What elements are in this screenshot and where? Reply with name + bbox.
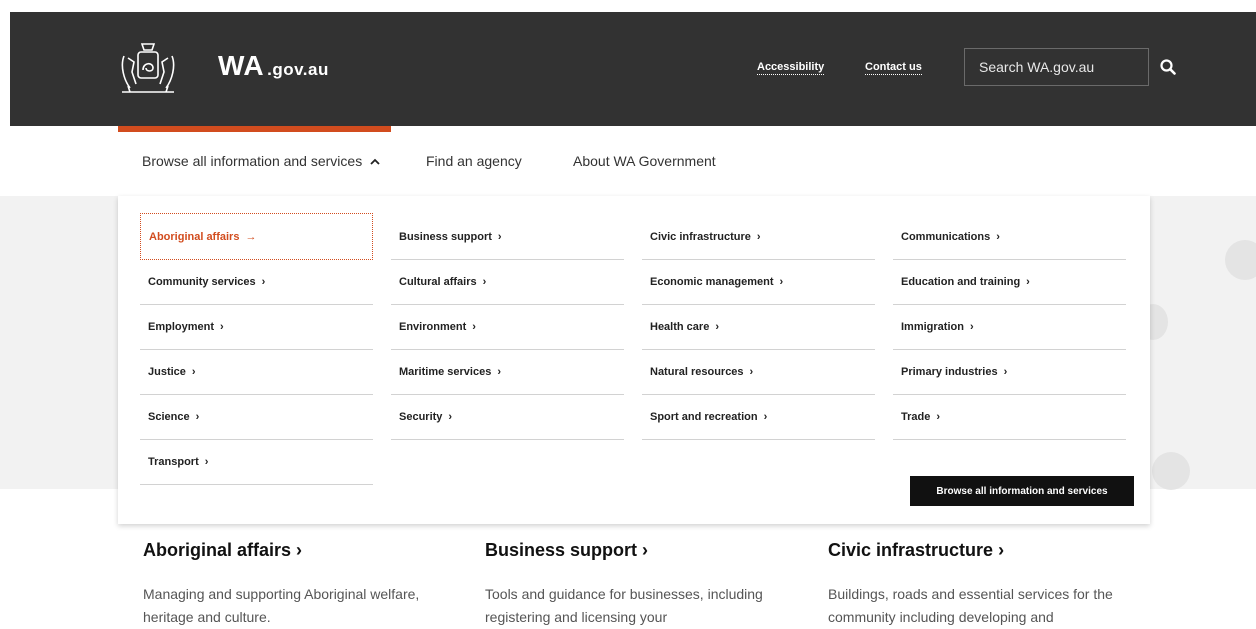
menu-item-trade[interactable]: Trade ›: [893, 395, 1126, 440]
section-title-label: Aboriginal affairs: [143, 540, 292, 560]
menu-item-education-and-training[interactable]: Education and training ›: [893, 260, 1126, 305]
menu-item-environment[interactable]: Environment ›: [391, 305, 624, 350]
chevron-right-icon: ›: [497, 231, 502, 243]
chevron-right-icon: ›: [715, 321, 719, 333]
menu-item-label: Civic infrastructure: [650, 231, 751, 243]
logo-main: WA: [218, 50, 265, 81]
accessibility-link[interactable]: Accessibility: [757, 61, 825, 75]
menu-item-label: Primary industries: [901, 366, 998, 378]
menu-item-label: Business support: [399, 231, 492, 243]
chevron-right-icon: ›: [756, 231, 761, 243]
menu-item-label: Natural resources: [650, 366, 744, 378]
logo-sub: .gov.au: [267, 60, 329, 79]
site-logo-text[interactable]: WA .gov.au: [218, 50, 329, 82]
chevron-right-icon: ›: [969, 321, 974, 333]
chevron-right-icon: ›: [749, 366, 754, 378]
menu-item-natural-resources[interactable]: Natural resources ›: [642, 350, 875, 395]
chevron-right-icon: ›: [195, 411, 200, 423]
chevron-right-icon: ›: [261, 276, 266, 288]
chevron-right-icon: ›: [472, 321, 476, 333]
menu-item-label: Cultural affairs: [399, 276, 477, 288]
nav-about-wa-government[interactable]: About WA Government: [573, 153, 716, 169]
section-title-civic-infrastructure[interactable]: Civic infrastructure ›: [828, 540, 1004, 561]
menu-item-label: Transport: [148, 456, 199, 468]
wa-crest-logo-icon[interactable]: [116, 36, 180, 98]
mega-menu-dropdown: Aboriginal affairs → Community services ›…: [118, 196, 1150, 524]
menu-item-communications[interactable]: Communications ›: [893, 215, 1126, 260]
chevron-right-icon: ›: [996, 231, 1000, 243]
section-title-label: Civic infrastructure: [828, 540, 994, 560]
menu-item-cultural-affairs[interactable]: Cultural affairs ›: [391, 260, 624, 305]
search-button[interactable]: [1160, 49, 1176, 85]
section-title-aboriginal-affairs[interactable]: Aboriginal affairs ›: [143, 540, 302, 561]
search-box: [964, 48, 1176, 86]
chevron-right-icon: ›: [763, 411, 768, 423]
menu-item-label: Community services: [148, 276, 256, 288]
contact-us-link[interactable]: Contact us: [865, 61, 922, 75]
chevron-right-icon: ›: [779, 276, 784, 288]
menu-item-security[interactable]: Security ›: [391, 395, 624, 440]
chevron-right-icon: ›: [936, 411, 941, 423]
search-input[interactable]: [965, 59, 1160, 75]
chevron-right-icon: ›: [497, 366, 502, 378]
section-title-label: Business support: [485, 540, 638, 560]
nav-browse-all-label: Browse all information and services: [142, 153, 363, 169]
menu-item-transport[interactable]: Transport ›: [140, 440, 373, 485]
chevron-right-icon: ›: [204, 456, 209, 468]
chevron-right-icon: ›: [993, 540, 1005, 560]
section-title-business-support[interactable]: Business support ›: [485, 540, 648, 561]
top-gutter: [0, 0, 1256, 12]
browse-all-button[interactable]: Browse all information and services: [910, 476, 1134, 506]
menu-item-economic-management[interactable]: Economic management ›: [642, 260, 875, 305]
chevron-right-icon: ›: [1026, 276, 1030, 288]
chevron-right-icon: ›: [448, 411, 453, 423]
menu-item-label: Communications: [901, 231, 991, 243]
menu-item-immigration[interactable]: Immigration ›: [893, 305, 1126, 350]
menu-item-label: Sport and recreation: [650, 411, 758, 423]
menu-item-aboriginal-affairs[interactable]: Aboriginal affairs →: [140, 213, 373, 260]
menu-item-label: Justice: [148, 366, 186, 378]
nav-browse-all[interactable]: Browse all information and services: [142, 153, 380, 169]
menu-item-label: Employment: [148, 321, 215, 333]
menu-item-label: Aboriginal affairs: [149, 230, 240, 243]
arrow-right-icon: →: [245, 230, 257, 243]
menu-item-community-services[interactable]: Community services ›: [140, 260, 373, 305]
menu-item-label: Economic management: [650, 276, 774, 288]
hero-circle-decoration: [1152, 452, 1190, 490]
section-desc-business-support: Tools and guidance for businesses, inclu…: [485, 586, 763, 625]
menu-item-civic-infrastructure[interactable]: Civic infrastructure ›: [642, 215, 875, 260]
menu-item-primary-industries[interactable]: Primary industries ›: [893, 350, 1126, 395]
chevron-right-icon: ›: [1003, 366, 1008, 378]
menu-item-label: Health care: [650, 321, 710, 333]
chevron-right-icon: ›: [220, 321, 224, 333]
menu-item-label: Maritime services: [399, 366, 492, 378]
menu-item-science[interactable]: Science ›: [140, 395, 373, 440]
section-desc-aboriginal-affairs: Managing and supporting Aboriginal welfa…: [143, 586, 420, 625]
chevron-right-icon: ›: [191, 366, 196, 378]
menu-item-justice[interactable]: Justice ›: [140, 350, 373, 395]
search-icon: [1160, 59, 1176, 75]
chevron-up-icon: [370, 158, 380, 165]
menu-item-health-care[interactable]: Health care ›: [642, 305, 875, 350]
menu-item-business-support[interactable]: Business support ›: [391, 215, 624, 260]
section-desc-civic-infrastructure: Buildings, roads and essential services …: [828, 586, 1113, 625]
menu-item-employment[interactable]: Employment ›: [140, 305, 373, 350]
chevron-right-icon: ›: [637, 540, 649, 560]
menu-item-label: Security: [399, 411, 443, 423]
chevron-right-icon: ›: [482, 276, 487, 288]
menu-item-label: Education and training: [901, 276, 1021, 288]
nav-find-agency[interactable]: Find an agency: [426, 153, 522, 169]
menu-item-maritime-services[interactable]: Maritime services ›: [391, 350, 624, 395]
menu-item-label: Science: [148, 411, 190, 423]
menu-item-label: Immigration: [901, 321, 964, 333]
menu-item-sport-and-recreation[interactable]: Sport and recreation ›: [642, 395, 875, 440]
nav-active-indicator: [118, 126, 391, 132]
chevron-right-icon: ›: [291, 540, 303, 560]
menu-item-label: Trade: [901, 411, 931, 423]
menu-item-label: Environment: [399, 321, 467, 333]
